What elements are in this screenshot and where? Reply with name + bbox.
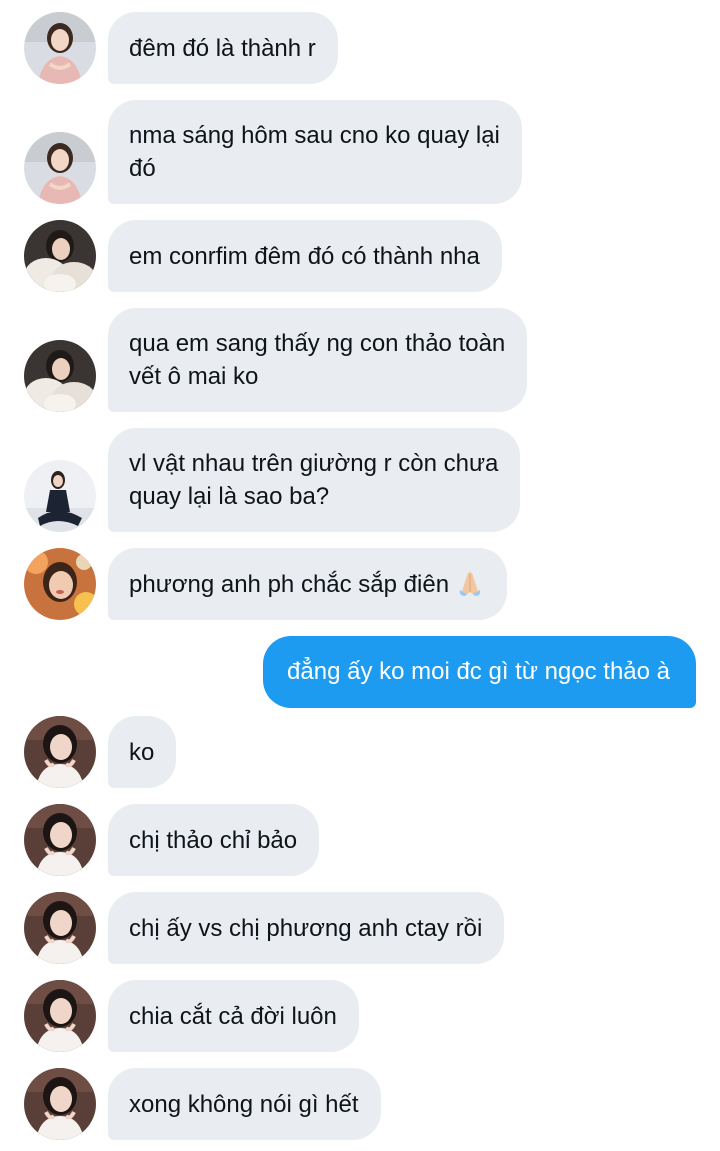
message-text: em conrfim đêm đó có thành nha	[129, 242, 480, 270]
avatar[interactable]	[24, 804, 96, 876]
avatar-navy-dress-icon	[24, 460, 96, 532]
message-bubble-incoming[interactable]: ko	[108, 716, 177, 788]
avatar-flowers-icon	[24, 548, 96, 620]
avatar[interactable]	[24, 716, 96, 788]
avatar-dark-hair-icon	[24, 980, 96, 1052]
avatar[interactable]	[24, 980, 96, 1052]
message-text-content: phương anh ph chắc sắp điên	[129, 570, 450, 598]
message-bubble-incoming[interactable]: chị ấy vs chị phương anh ctay rồi	[108, 892, 505, 964]
message-text: chị thảo chỉ bảo	[129, 826, 298, 854]
avatar-dark-hair-icon	[24, 892, 96, 964]
avatar-pink-dress-icon	[24, 12, 96, 84]
folded-hands-emoji-icon	[455, 568, 485, 598]
message-text: qua em sang thấy ng con thảo toàn vết ô …	[129, 330, 506, 390]
avatar-dark-hair-icon	[24, 804, 96, 876]
message-text: xong không nói gì hết	[129, 1090, 359, 1118]
message-bubble-outgoing[interactable]: đẳng ấy ko moi đc gì từ ngọc thảo à	[263, 636, 696, 708]
message-text: nma sáng hôm sau cno ko quay lại đó	[129, 122, 500, 182]
avatar-dark-hair-icon	[24, 716, 96, 788]
avatar[interactable]	[24, 132, 96, 204]
message-text: đêm đó là thành r	[129, 34, 316, 62]
message-bubble-incoming[interactable]: qua em sang thấy ng con thảo toàn vết ô …	[108, 308, 528, 412]
message-text: ko	[129, 738, 155, 766]
message-bubble-incoming[interactable]: chia cắt cả đời luôn	[108, 980, 359, 1052]
avatar[interactable]	[24, 1068, 96, 1140]
avatar-dark-hair-icon	[24, 1068, 96, 1140]
message-text: chia cắt cả đời luôn	[129, 1002, 337, 1030]
message-text: phương anh ph chắc sắp điên	[129, 568, 485, 601]
avatar[interactable]	[24, 892, 96, 964]
avatar[interactable]	[24, 548, 96, 620]
message-bubble-incoming[interactable]: vl vật nhau trên giường r còn chưa quay …	[108, 428, 521, 532]
avatar[interactable]	[24, 340, 96, 412]
avatar-white-fur-icon	[24, 220, 96, 292]
message-bubble-incoming[interactable]: đêm đó là thành r	[108, 12, 338, 84]
avatar[interactable]	[24, 12, 96, 84]
message-bubble-incoming[interactable]: chị thảo chỉ bảo	[108, 804, 320, 876]
message-bubble-incoming[interactable]: phương anh ph chắc sắp điên	[108, 548, 508, 620]
message-text: chị ấy vs chị phương anh ctay rồi	[129, 914, 483, 942]
avatar-white-fur-icon	[24, 340, 96, 412]
message-bubble-incoming[interactable]: em conrfim đêm đó có thành nha	[108, 220, 502, 292]
avatar-pink-dress-icon	[24, 132, 96, 204]
message-bubble-incoming[interactable]: nma sáng hôm sau cno ko quay lại đó	[108, 100, 522, 204]
avatar[interactable]	[24, 460, 96, 532]
message-text: vl vật nhau trên giường r còn chưa quay …	[129, 450, 499, 510]
avatar[interactable]	[24, 220, 96, 292]
message-bubble-incoming[interactable]: xong không nói gì hết	[108, 1068, 381, 1140]
message-text: đẳng ấy ko moi đc gì từ ngọc thảo à	[287, 658, 670, 685]
